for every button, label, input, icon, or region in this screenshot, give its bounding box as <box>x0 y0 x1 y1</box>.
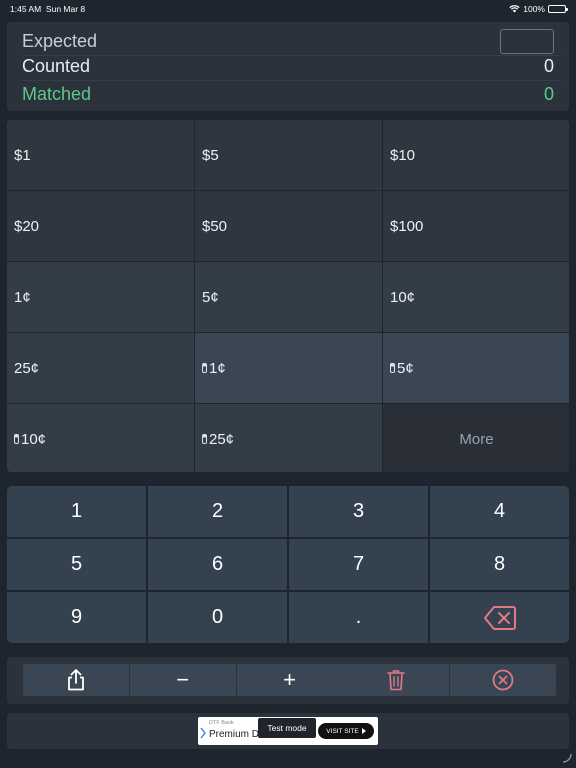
denom-label: $10 <box>390 146 416 164</box>
denom-label: 5¢ <box>397 359 414 377</box>
visit-site-button[interactable]: VISIT SITE <box>318 723 374 739</box>
key-6[interactable]: 6 <box>148 539 287 590</box>
visit-site-label: VISIT SITE <box>326 727 359 735</box>
denom-label: $20 <box>14 217 40 235</box>
wifi-icon <box>509 5 520 13</box>
key-4[interactable]: 4 <box>430 486 569 537</box>
key-0[interactable]: 0 <box>148 592 287 643</box>
status-clock: 1:45 AM <box>10 4 42 14</box>
key-2[interactable]: 2 <box>148 486 287 537</box>
denom-50-dollar[interactable]: $50 <box>195 191 382 261</box>
clear-button[interactable] <box>450 664 556 696</box>
matched-row: Matched 0 <box>22 81 554 107</box>
backspace-icon <box>483 605 516 630</box>
denom-10-dollar[interactable]: $10 <box>383 120 569 190</box>
status-date: Sun Mar 8 <box>45 4 86 14</box>
increment-button[interactable]: + <box>236 664 343 696</box>
battery-icon <box>548 5 568 13</box>
numeric-keypad: 1 2 3 4 5 6 7 8 9 0 . <box>7 486 569 644</box>
ad-banner[interactable]: DTF Bank Premium D Test mode VISIT SITE <box>198 717 378 745</box>
key-7[interactable]: 7 <box>289 539 428 590</box>
denom-1-dollar[interactable]: $1 <box>7 120 194 190</box>
backspace-button[interactable] <box>430 592 569 643</box>
status-time: 1:45 AM Sun Mar 8 <box>10 4 85 14</box>
ad-title: Premium D <box>209 729 260 740</box>
denom-20-dollar[interactable]: $20 <box>7 191 194 261</box>
key-9[interactable]: 9 <box>7 592 146 643</box>
denom-label: 5¢ <box>202 288 219 306</box>
denom-roll-10-cent[interactable]: 10¢ <box>7 404 194 472</box>
denom-label: 25¢ <box>14 359 40 377</box>
play-arrow-icon <box>361 728 366 734</box>
coin-roll-icon <box>390 363 395 373</box>
expected-row: Expected <box>22 28 554 54</box>
key-8[interactable]: 8 <box>430 539 569 590</box>
denom-label: 1¢ <box>209 359 226 377</box>
key-decimal[interactable]: . <box>289 592 428 643</box>
key-5[interactable]: 5 <box>7 539 146 590</box>
battery-percent: 100% <box>523 4 545 14</box>
denom-label: $100 <box>390 217 424 235</box>
denom-roll-5-cent[interactable]: 5¢ <box>383 333 569 403</box>
counted-label: Counted <box>22 55 91 76</box>
summary-panel: Expected Counted 0 Matched 0 <box>7 22 569 111</box>
trash-icon <box>387 670 406 691</box>
denom-1-cent[interactable]: 1¢ <box>7 262 194 332</box>
delete-button[interactable] <box>343 664 450 696</box>
matched-label: Matched <box>22 83 92 104</box>
coin-roll-icon <box>202 434 207 444</box>
coin-roll-icon <box>202 363 207 373</box>
denomination-grid: $1 $5 $10 $20 $50 $100 1¢ 5¢ 10¢ 25¢ 1¢ … <box>7 120 569 472</box>
counted-value: 0 <box>543 55 554 76</box>
clear-circle-icon <box>492 669 514 691</box>
resize-corner-icon <box>562 753 572 763</box>
denom-roll-1-cent[interactable]: 1¢ <box>195 333 382 403</box>
ad-test-mode-label: Test mode <box>258 718 316 738</box>
expected-label: Expected <box>22 30 98 51</box>
counted-row: Counted 0 <box>22 53 554 79</box>
matched-value: 0 <box>543 83 554 104</box>
denom-label: $1 <box>14 146 31 164</box>
coin-roll-icon <box>14 434 19 444</box>
denom-label: 25¢ <box>209 430 235 448</box>
denom-100-dollar[interactable]: $100 <box>383 191 569 261</box>
denom-25-cent[interactable]: 25¢ <box>7 333 194 403</box>
key-1[interactable]: 1 <box>7 486 146 537</box>
denom-label: $5 <box>202 146 219 164</box>
denom-label: $50 <box>202 217 228 235</box>
denom-label: 1¢ <box>14 288 31 306</box>
bottom-toolbar: − + <box>7 657 569 704</box>
denom-5-dollar[interactable]: $5 <box>195 120 382 190</box>
minus-icon: − <box>176 667 190 692</box>
denom-roll-25-cent[interactable]: 25¢ <box>195 404 382 472</box>
status-bar: 1:45 AM Sun Mar 8 100% <box>0 0 576 18</box>
ad-info-icon <box>200 727 206 739</box>
share-button[interactable] <box>23 664 129 696</box>
share-icon <box>68 669 84 691</box>
more-button[interactable]: More <box>383 404 569 472</box>
denom-5-cent[interactable]: 5¢ <box>195 262 382 332</box>
status-indicators: 100% <box>509 4 568 14</box>
denom-label: 10¢ <box>21 430 47 448</box>
denom-label: 10¢ <box>390 288 416 306</box>
decrement-button[interactable]: − <box>129 664 236 696</box>
denom-10-cent[interactable]: 10¢ <box>383 262 569 332</box>
toolbar-buttons: − + <box>23 664 556 696</box>
more-label: More <box>459 430 494 448</box>
key-3[interactable]: 3 <box>289 486 428 537</box>
plus-icon: + <box>283 667 296 692</box>
expected-input[interactable] <box>500 28 554 54</box>
ad-brand: DTF Bank <box>209 720 234 726</box>
